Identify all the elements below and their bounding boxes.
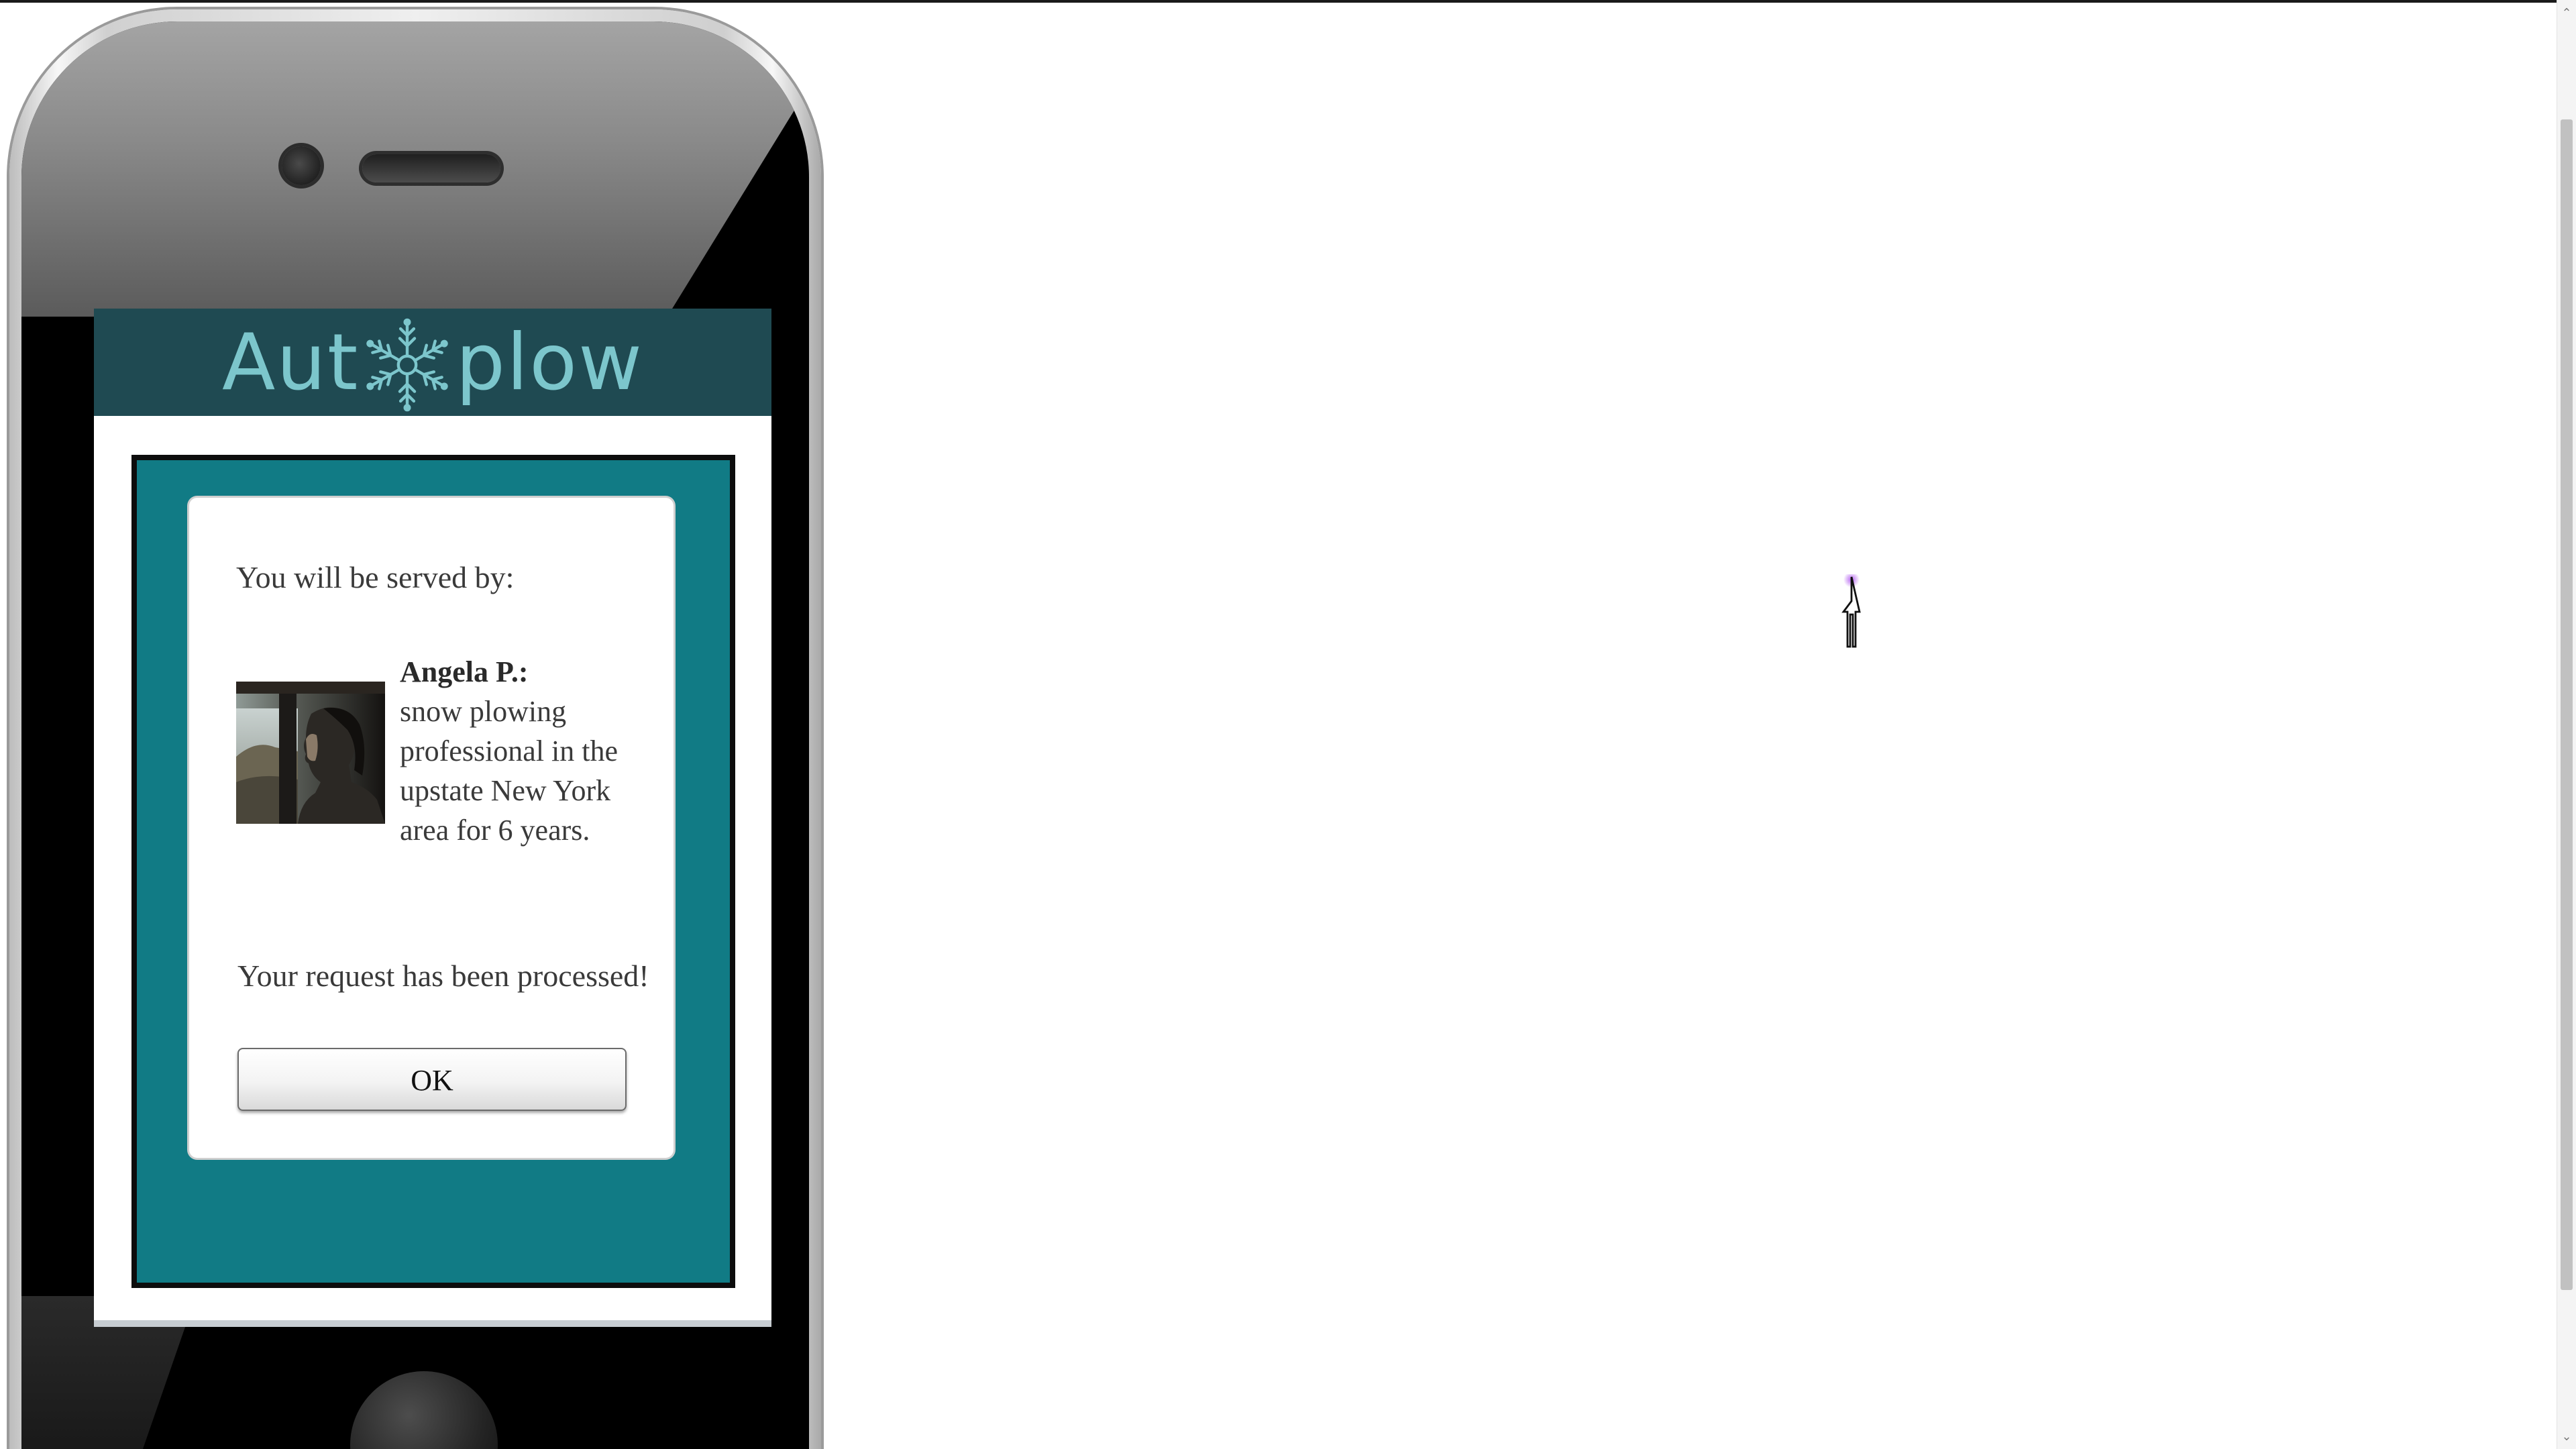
snowflake-icon [363,318,451,415]
status-message: Your request has been processed! [237,959,649,993]
served-by-label: You will be served by: [236,560,515,594]
logo-text-left: Aut [221,317,360,408]
scroll-down-arrow-icon[interactable]: ⌄ [2557,1428,2576,1446]
app-logo: Aut plow [94,309,771,416]
phone-frame: Aut plow You will be served by: Angela P… [9,9,821,1449]
speaker-grille [362,154,500,182]
browser-viewport: Aut plow You will be served by: Angela P… [0,0,2576,1449]
server-info: Angela P.: snow plowing professional in … [400,652,655,850]
confirmation-dialog: You will be served by: Angela P.: snow p… [189,498,674,1158]
camera-icon [282,146,321,185]
home-button[interactable] [350,1371,498,1449]
scrollbar-thumb[interactable] [2561,119,2573,1290]
logo-text-right: plow [455,317,644,408]
server-name: Angela P.: [400,655,529,688]
top-border [0,0,2576,3]
server-avatar [236,682,385,824]
app-screen: Aut plow You will be served by: Angela P… [94,309,771,1327]
phone-body: Aut plow You will be served by: Angela P… [21,21,809,1449]
app-header: Aut plow [94,309,771,416]
scroll-up-arrow-icon[interactable]: ⌃ [2557,4,2576,23]
pointer-cursor-icon [1841,574,1861,648]
ok-button[interactable]: OK [237,1048,627,1111]
avatar-photo [236,682,385,824]
server-description: snow plowing professional in the upstate… [400,695,619,847]
content-panel: You will be served by: Angela P.: snow p… [131,455,735,1288]
vertical-scrollbar[interactable]: ⌃ ⌄ [2557,0,2576,1449]
